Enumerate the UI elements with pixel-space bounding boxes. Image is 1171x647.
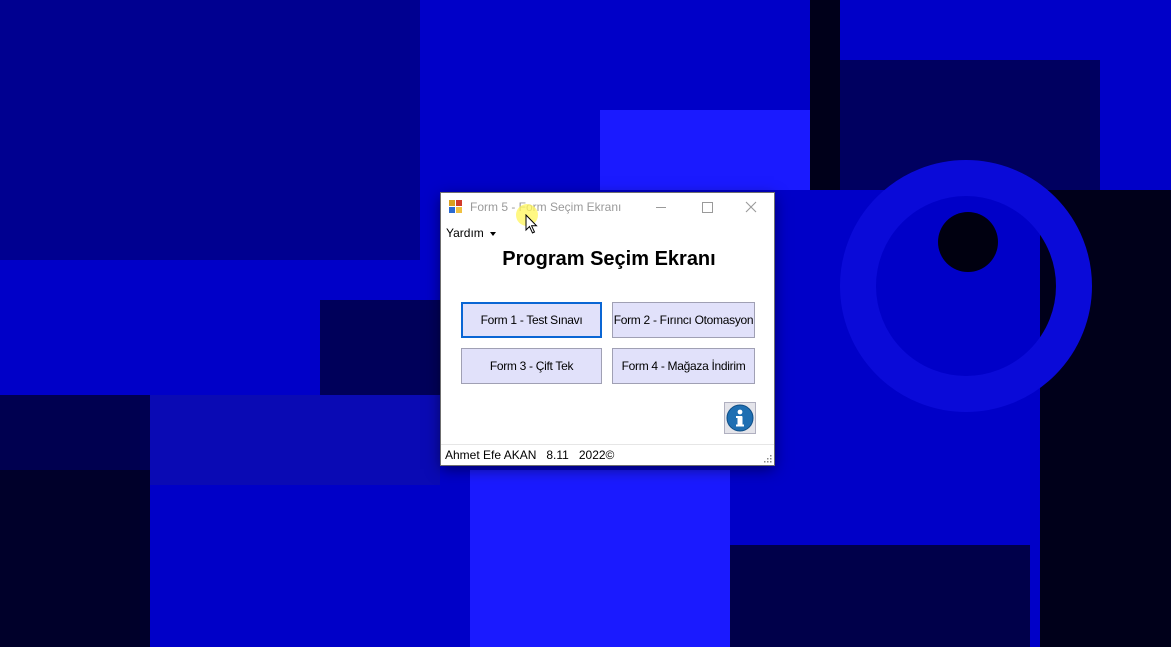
page-title: Program Seçim Ekranı [502, 248, 716, 270]
form3-button[interactable]: Form 3 - Çift Tek [461, 348, 602, 384]
form2-button[interactable]: Form 2 - Fırıncı Otomasyon [612, 302, 755, 338]
wallpaper-disc [840, 160, 1092, 412]
menu-bar: Yardım [441, 223, 774, 243]
wallpaper-shape [600, 110, 830, 190]
app-icon [449, 200, 463, 214]
maximize-icon [701, 201, 713, 213]
maximize-button[interactable] [684, 193, 730, 221]
form-window: Form 5 - Form Seçim Ekranı Yardım Progra… [441, 193, 774, 465]
close-icon [745, 201, 757, 213]
close-button[interactable] [728, 193, 774, 221]
minimize-button[interactable] [638, 193, 684, 221]
chevron-down-icon [489, 231, 496, 236]
resize-grip-icon[interactable] [762, 453, 772, 463]
minimize-icon [656, 206, 666, 208]
status-label: Ahmet Efe AKAN 8.11 2022© [445, 448, 615, 462]
wallpaper-shape [810, 0, 840, 190]
wallpaper-disc-hole [938, 212, 998, 272]
title-bar[interactable]: Form 5 - Form Seçim Ekranı [441, 193, 774, 221]
status-bar: Ahmet Efe AKAN 8.11 2022© [441, 444, 774, 465]
form4-button[interactable]: Form 4 - Mağaza İndirim [612, 348, 755, 384]
wallpaper-shape [470, 470, 730, 647]
wallpaper-shape [320, 300, 440, 395]
info-icon [726, 404, 754, 432]
wallpaper-shape [0, 470, 150, 647]
mouse-cursor [516, 204, 546, 234]
menu-help[interactable]: Yardım [446, 226, 496, 240]
menu-help-label: Yardım [446, 226, 484, 240]
form1-button[interactable]: Form 1 - Test Sınavı [461, 302, 602, 338]
wallpaper-shape [0, 0, 420, 260]
wallpaper-shape [150, 395, 440, 485]
mouse-cursor-icon [525, 214, 538, 234]
info-button[interactable] [724, 402, 756, 434]
wallpaper-shape [730, 545, 1030, 647]
